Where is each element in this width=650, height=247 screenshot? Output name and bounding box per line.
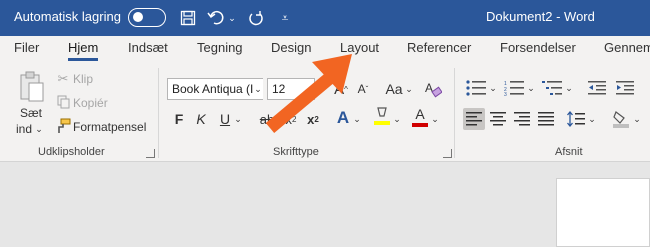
multilevel-list-icon[interactable] [540, 78, 564, 98]
save-icon[interactable] [178, 6, 198, 30]
line-spacing-dropdown-icon[interactable]: ⌄ [587, 110, 597, 128]
redo-icon[interactable] [246, 6, 266, 30]
bullets-dropdown-icon[interactable]: ⌄ [488, 78, 498, 98]
underline-dropdown-icon[interactable]: ⌄ [233, 110, 243, 128]
line-spacing-icon[interactable] [565, 108, 587, 130]
autosave-toggle[interactable] [128, 8, 166, 27]
font-launcher-icon[interactable] [443, 149, 452, 158]
font-group-label: Skrifttype [273, 146, 319, 158]
copy-icon[interactable] [56, 95, 70, 109]
paste-label[interactable]: Sæt [20, 106, 42, 120]
change-case-dropdown-icon[interactable]: ⌄ [404, 79, 414, 99]
tab-tegning[interactable]: Tegning [197, 40, 243, 55]
format-painter-label[interactable]: Formatpensel [73, 120, 146, 134]
cut-icon[interactable]: ✂ [56, 71, 70, 86]
bullets-icon[interactable] [464, 78, 488, 98]
align-right-icon[interactable] [511, 108, 533, 130]
paste-dropdown-icon[interactable]: ⌄ [34, 122, 44, 136]
increase-indent-icon[interactable] [614, 78, 636, 98]
font-name-value: Book Antiqua (I [172, 82, 254, 96]
annotation-arrow [265, 54, 352, 133]
numbering-icon[interactable]: 123 [502, 78, 526, 98]
cut-label[interactable]: Klip [73, 72, 93, 86]
font-name-combo[interactable]: Book Antiqua (I [167, 78, 263, 100]
italic-icon[interactable]: K [192, 110, 210, 128]
shading-icon[interactable] [610, 108, 632, 130]
undo-icon[interactable] [206, 6, 226, 30]
change-case-icon[interactable]: Aa [382, 79, 406, 99]
font-color-dropdown-icon[interactable]: ⌄ [430, 110, 440, 128]
tab-hjem[interactable]: Hjem [68, 40, 99, 61]
separator [158, 68, 159, 158]
customize-toolbar-icon[interactable]: ⩡ [278, 6, 292, 30]
svg-text:A: A [425, 81, 433, 95]
tab-gennemse[interactable]: Gennem [604, 40, 650, 55]
svg-text:3: 3 [504, 92, 507, 96]
align-center-icon[interactable] [487, 108, 509, 130]
clipboard-launcher-icon[interactable] [146, 149, 155, 158]
paragraph-group-label: Afsnit [555, 146, 583, 158]
undo-dropdown-icon[interactable]: ⌄ [227, 6, 237, 30]
align-left-icon[interactable] [463, 108, 485, 130]
clipboard-group-label: Udklipsholder [38, 146, 105, 158]
highlight-icon[interactable] [372, 106, 392, 126]
document-page[interactable] [556, 178, 650, 247]
paste-icon[interactable] [18, 70, 46, 104]
tab-indsaet[interactable]: Indsæt [128, 40, 168, 55]
title-bar: Automatisk lagring ⌄ ⩡ Dokument2 - Word [0, 0, 650, 36]
tab-filer[interactable]: Filer [14, 40, 39, 55]
autosave-label: Automatisk lagring [14, 9, 121, 24]
paste-label-2[interactable]: ind [16, 122, 32, 136]
tab-referencer[interactable]: Referencer [407, 40, 471, 55]
decrease-indent-icon[interactable] [586, 78, 608, 98]
numbering-dropdown-icon[interactable]: ⌄ [526, 78, 536, 98]
justify-icon[interactable] [535, 108, 557, 130]
highlight-dropdown-icon[interactable]: ⌄ [392, 110, 402, 128]
separator [454, 68, 455, 158]
copy-label[interactable]: Kopiér [73, 96, 108, 110]
clear-formatting-icon[interactable]: A [423, 79, 443, 99]
shading-dropdown-icon[interactable]: ⌄ [632, 110, 642, 128]
bold-icon[interactable]: F [170, 110, 188, 128]
format-painter-icon[interactable] [55, 118, 71, 134]
document-title: Dokument2 - Word [486, 9, 595, 24]
multilevel-list-dropdown-icon[interactable]: ⌄ [564, 78, 574, 98]
document-canvas[interactable] [0, 162, 650, 247]
font-color-icon[interactable]: A [410, 106, 430, 128]
tab-forsendelser[interactable]: Forsendelser [500, 40, 576, 55]
underline-icon[interactable]: U [216, 110, 234, 128]
